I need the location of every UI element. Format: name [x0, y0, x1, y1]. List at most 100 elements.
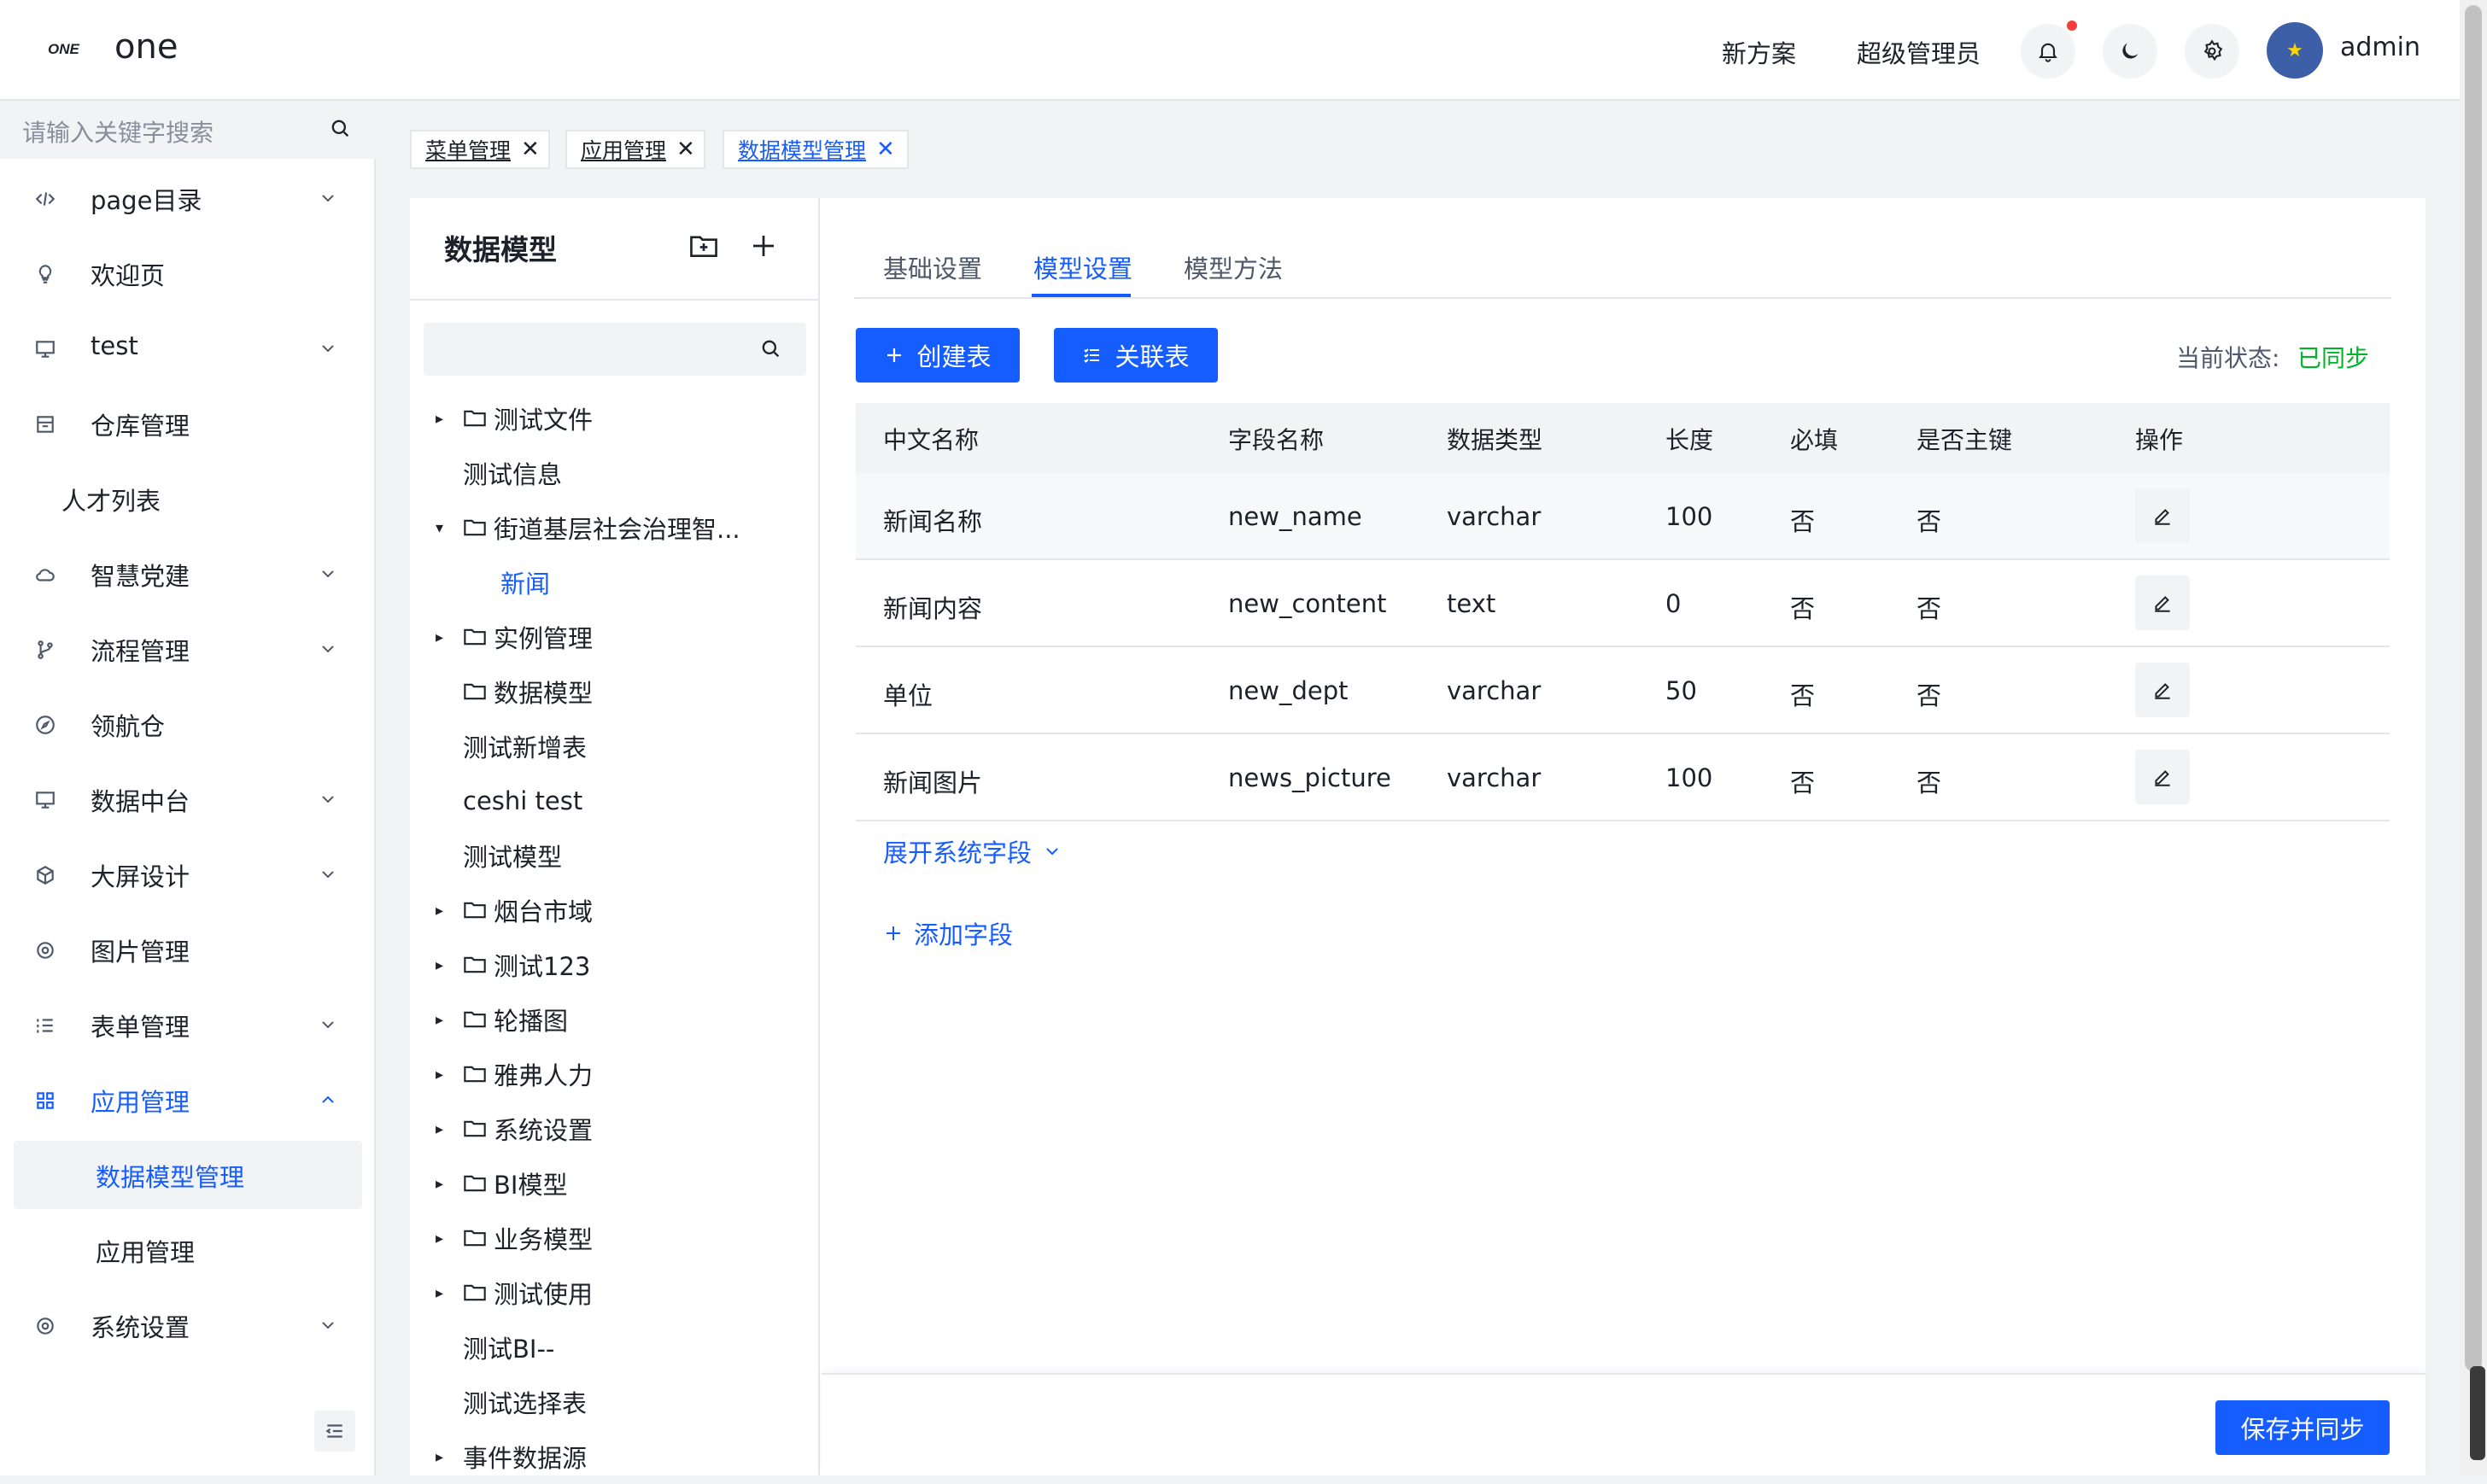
cell-data-type: varchar	[1447, 676, 1542, 705]
sidebar-item-form-management[interactable]: 表单管理	[0, 990, 376, 1059]
caret-right-icon[interactable]: ▸	[436, 628, 463, 646]
tree-node[interactable]: 测试选择表	[436, 1375, 587, 1429]
cloud-icon	[32, 562, 58, 587]
tree-node[interactable]: ▸ BI模型	[436, 1156, 567, 1211]
tree-node[interactable]: ▸ 实例管理	[436, 610, 593, 664]
edit-button[interactable]	[2135, 575, 2190, 630]
add-field-button[interactable]: 添加字段	[883, 915, 1013, 951]
desktop-icon	[32, 787, 58, 813]
tab-basic-settings[interactable]: 基础设置	[883, 249, 982, 285]
sidebar-item-welcome[interactable]: 欢迎页	[0, 239, 376, 307]
super-admin-link[interactable]: 超级管理员	[1857, 34, 1981, 70]
user-name[interactable]: admin	[2340, 32, 2420, 62]
tab-label: 应用管理	[581, 138, 667, 163]
tree-node[interactable]: 测试信息	[436, 446, 562, 500]
tree-node[interactable]: 测试新增表	[436, 719, 587, 774]
settings-button[interactable]	[2185, 24, 2239, 79]
sidebar-item-navigator[interactable]: 领航仓	[0, 690, 376, 758]
tree-node-label: 系统设置	[494, 1116, 594, 1145]
caret-right-icon[interactable]: ▸	[436, 902, 463, 920]
caret-right-icon[interactable]: ▸	[436, 1448, 463, 1466]
tree-node[interactable]: ▸ 轮播图	[436, 992, 568, 1047]
table-row[interactable]: 新闻内容 new_content text 0 否 否	[856, 560, 2390, 647]
tree-node[interactable]: ▸ 测试123	[436, 938, 590, 992]
save-sync-button[interactable]: 保存并同步	[2215, 1400, 2390, 1455]
chevron-down-icon	[318, 338, 338, 359]
button-label: 添加字段	[914, 920, 1014, 949]
sidebar-subitem-data-model-management[interactable]: 数据模型管理	[14, 1141, 362, 1209]
table-row[interactable]: 新闻图片 news_picture varchar 100 否 否	[856, 734, 2390, 821]
sidebar-item-screen-design[interactable]: 大屏设计	[0, 840, 376, 909]
cell-field-name: new_dept	[1228, 676, 1349, 705]
cell-required: 否	[1790, 768, 1816, 798]
create-table-button[interactable]: 创建表	[856, 328, 1020, 383]
edit-button[interactable]	[2135, 663, 2190, 717]
caret-right-icon[interactable]: ▸	[436, 956, 463, 974]
add-folder-icon[interactable]	[688, 232, 719, 260]
tree-node[interactable]: 新闻	[473, 555, 550, 610]
caret-right-icon[interactable]: ▸	[436, 1011, 463, 1029]
new-plan-link[interactable]: 新方案	[1722, 34, 1796, 70]
close-icon[interactable]: ✕	[676, 137, 695, 162]
tab-menu-management[interactable]: 菜单管理 ✕	[410, 130, 550, 169]
edit-button[interactable]	[2135, 750, 2190, 804]
cell-field-name: new_content	[1228, 589, 1387, 618]
tree-node[interactable]: ▸ 业务模型	[436, 1211, 593, 1265]
caret-down-icon[interactable]: ▾	[436, 519, 463, 537]
table-row[interactable]: 新闻名称 new_name varchar 100 否 否	[856, 473, 2390, 560]
expand-system-fields-button[interactable]: 展开系统字段	[883, 833, 1062, 869]
caret-right-icon[interactable]: ▸	[436, 1230, 463, 1247]
caret-right-icon[interactable]: ▸	[436, 410, 463, 428]
avatar[interactable]: ★	[2267, 22, 2323, 79]
tab-data-model-management[interactable]: 数据模型管理 ✕	[723, 130, 909, 169]
tree-node[interactable]: ceshi test	[436, 774, 582, 828]
theme-toggle-button[interactable]	[2103, 24, 2157, 79]
tab-model-methods[interactable]: 模型方法	[1184, 249, 1283, 285]
logo: ONE	[48, 39, 85, 58]
caret-right-icon[interactable]: ▸	[436, 1175, 463, 1193]
close-icon[interactable]: ✕	[876, 137, 895, 162]
close-icon[interactable]: ✕	[521, 137, 540, 162]
edit-button[interactable]	[2135, 488, 2190, 543]
notification-button[interactable]	[2021, 24, 2075, 79]
sidebar-subitem-app-management[interactable]: 应用管理	[14, 1216, 362, 1284]
caret-right-icon[interactable]: ▸	[436, 1066, 463, 1084]
sidebar-item-test[interactable]: test	[0, 314, 376, 383]
sidebar-item-image-management[interactable]: 图片管理	[0, 915, 376, 984]
sidebar-item-app-management[interactable]: 应用管理	[0, 1066, 376, 1134]
tree-node[interactable]: ▸ 雅弗人力	[436, 1047, 593, 1101]
tree-node[interactable]: 数据模型	[436, 664, 593, 719]
caret-right-icon[interactable]: ▸	[436, 1120, 463, 1138]
tree-node[interactable]: 测试模型	[436, 828, 562, 883]
tree-search-input[interactable]	[424, 323, 806, 376]
tab-app-management[interactable]: 应用管理 ✕	[565, 130, 705, 169]
search-icon[interactable]	[328, 116, 352, 140]
sidebar-item-talent-list[interactable]: 人才列表	[0, 464, 376, 533]
sidebar-item-process[interactable]: 流程管理	[0, 615, 376, 683]
sidebar-item-smart-party[interactable]: 智慧党建	[0, 540, 376, 608]
ordered-list-icon	[32, 1013, 58, 1038]
table-row[interactable]: 单位 new_dept varchar 50 否 否	[856, 647, 2390, 734]
tree-node[interactable]: ▸ 事件数据源	[436, 1429, 587, 1484]
sidebar-search-input[interactable]: 请输入关键字搜索	[22, 114, 214, 149]
sidebar-item-system-settings[interactable]: 系统设置	[0, 1291, 376, 1359]
tree-node[interactable]: 测试BI--	[436, 1320, 554, 1375]
sidebar-item-warehouse[interactable]: 仓库管理	[0, 389, 376, 458]
sidebar-collapse-button[interactable]	[314, 1411, 355, 1452]
folder-icon	[463, 900, 494, 920]
sidebar-item-data-center[interactable]: 数据中台	[0, 765, 376, 833]
sidebar-item-label: test	[91, 331, 138, 360]
tab-model-settings[interactable]: 模型设置	[1033, 249, 1132, 285]
scrollbar-thumb[interactable]	[2465, 5, 2482, 1371]
search-icon[interactable]	[758, 336, 782, 360]
tree-node[interactable]: ▾ 街道基层社会治理智...	[436, 500, 740, 555]
tree-node-label: 测试123	[494, 952, 591, 981]
tree-node[interactable]: ▸ 测试使用	[436, 1265, 593, 1320]
add-icon[interactable]	[748, 231, 779, 261]
tree-node[interactable]: ▸ 系统设置	[436, 1101, 593, 1156]
sidebar-item-page-directory[interactable]: page目录	[0, 164, 376, 232]
tree-node[interactable]: ▸ 烟台市域	[436, 883, 593, 938]
tree-node[interactable]: ▸ 测试文件	[436, 391, 593, 446]
caret-right-icon[interactable]: ▸	[436, 1284, 463, 1302]
link-table-button[interactable]: 关联表	[1054, 328, 1218, 383]
